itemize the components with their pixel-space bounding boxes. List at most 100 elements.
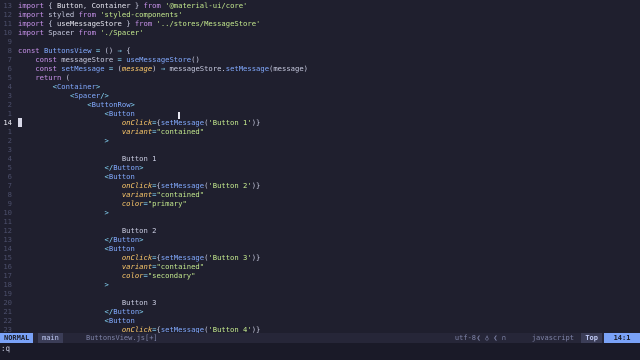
code-line[interactable]: 20 Button 3 — [0, 298, 640, 307]
code-line[interactable]: 12 import styled from 'styled-components' — [0, 10, 640, 19]
code-line[interactable]: 23 onClick={setMessage('Button 4')} — [0, 325, 640, 333]
code-token: setMessage — [61, 64, 105, 73]
code-line[interactable]: 7 const messageStore = useMessageStore() — [0, 55, 640, 64]
code-line[interactable]: 6 <Button — [0, 172, 640, 181]
code-token: Button — [108, 244, 135, 253]
code-line[interactable]: 8 const ButtonsView = () ⇒ { — [0, 46, 640, 55]
code-token: )} — [251, 181, 261, 190]
code-token: > — [104, 280, 109, 289]
code-token: { — [43, 1, 57, 10]
code-token: messageStore — [56, 55, 118, 64]
code-token: variant — [121, 127, 153, 136]
code-token: > — [104, 136, 109, 145]
code-line[interactable]: 13 </Button> — [0, 235, 640, 244]
code-token: Spacer — [74, 91, 101, 100]
code-token: import — [18, 10, 44, 19]
code-token: > — [139, 307, 144, 316]
code-line[interactable]: 4 Button 1 — [0, 154, 640, 163]
code-text: import styled from 'styled-components' — [18, 10, 182, 19]
code-line[interactable]: 14 onClick={setMessage('Button 1')} — [0, 118, 640, 127]
code-token: color — [121, 271, 144, 280]
code-line[interactable]: 22 <Button — [0, 316, 640, 325]
code-line[interactable]: 3 <Spacer/> — [0, 91, 640, 100]
code-text: > — [18, 280, 109, 289]
code-editor[interactable]: 13 import { Button, Container } from '@ma… — [0, 0, 640, 333]
code-line[interactable]: 3 — [0, 145, 640, 154]
code-token: Button — [113, 163, 140, 172]
code-token: 'styled-components' — [100, 10, 183, 19]
code-line[interactable]: 9 — [0, 37, 640, 46]
code-line[interactable]: 8 variant="contained" — [0, 190, 640, 199]
code-token: from — [78, 28, 96, 37]
code-token: Button — [108, 172, 135, 181]
code-line[interactable]: 5 </Button> — [0, 163, 640, 172]
code-line[interactable]: 19 — [0, 289, 640, 298]
code-token: { — [121, 46, 131, 55]
code-line[interactable]: 18 > — [0, 280, 640, 289]
code-token: onClick — [121, 325, 153, 333]
code-line[interactable]: 14 <Button — [0, 244, 640, 253]
code-token: from — [134, 19, 153, 28]
code-text: color="primary" — [18, 199, 187, 208]
line-number: 4 — [7, 154, 12, 163]
code-line[interactable]: 12 Button 2 — [0, 226, 640, 235]
code-token: > — [130, 100, 135, 109]
code-token: from — [143, 1, 161, 10]
code-line[interactable]: 15 onClick={setMessage('Button 3')} — [0, 253, 640, 262]
line-number: 15 — [3, 253, 12, 262]
code-token: Container — [91, 1, 131, 10]
code-line[interactable]: 5 return ( — [0, 73, 640, 82]
code-token: () — [191, 55, 200, 64]
code-text: color="secondary" — [18, 271, 196, 280]
code-token: setMessage — [160, 325, 205, 333]
code-token: { — [43, 19, 57, 28]
code-line[interactable]: 17 color="secondary" — [0, 271, 640, 280]
line-number: 14 — [3, 244, 12, 253]
code-line[interactable]: 2 > — [0, 136, 640, 145]
code-token: const — [35, 64, 57, 73]
code-line[interactable]: 21 </Button> — [0, 307, 640, 316]
line-number: 5 — [7, 163, 12, 172]
code-token: Button 3 — [18, 298, 157, 307]
code-line[interactable]: 7 onClick={setMessage('Button 2')} — [0, 181, 640, 190]
code-token: useMessageStore — [126, 55, 192, 64]
code-line[interactable]: 16 variant="contained" — [0, 262, 640, 271]
line-number: 21 — [3, 307, 12, 316]
line-number: 3 — [7, 91, 12, 100]
line-number: 2 — [7, 100, 12, 109]
code-line[interactable]: 10 > — [0, 208, 640, 217]
code-token: "contained" — [156, 127, 205, 136]
code-text: > — [18, 136, 109, 145]
code-text: onClick={setMessage('Button 2')} — [18, 181, 261, 190]
command-line[interactable]: :q — [0, 343, 640, 360]
code-line[interactable]: 10 import Spacer from './Spacer' — [0, 28, 640, 37]
code-token: variant — [121, 262, 153, 271]
code-line[interactable]: 11 — [0, 217, 640, 226]
code-token: setMessage — [225, 64, 270, 73]
code-token: )} — [251, 325, 261, 333]
code-line[interactable]: 1 variant="contained" — [0, 127, 640, 136]
code-line[interactable]: 1 <Button — [0, 109, 640, 118]
code-line[interactable]: 4 <Container> — [0, 82, 640, 91]
code-line[interactable]: 11 import { useMessageStore } from '../st… — [0, 19, 640, 28]
code-token: Button — [56, 1, 83, 10]
line-number: 9 — [7, 199, 12, 208]
code-line[interactable]: 9 color="primary" — [0, 199, 640, 208]
code-line[interactable]: 13 import { Button, Container } from '@ma… — [0, 1, 640, 10]
code-text: <Button — [18, 172, 135, 181]
code-text: return ( — [18, 73, 70, 82]
line-number: 18 — [3, 280, 12, 289]
code-token: '../stores/MessageStore' — [156, 19, 261, 28]
code-text: <Button — [18, 109, 135, 118]
code-text: variant="contained" — [18, 127, 204, 136]
code-token: Button 1 — [18, 154, 157, 163]
code-token: "primary" — [147, 199, 187, 208]
code-line[interactable]: 6 const setMessage = (message) ⇒ message… — [0, 64, 640, 73]
code-line[interactable]: 2 <ButtonRow> — [0, 100, 640, 109]
